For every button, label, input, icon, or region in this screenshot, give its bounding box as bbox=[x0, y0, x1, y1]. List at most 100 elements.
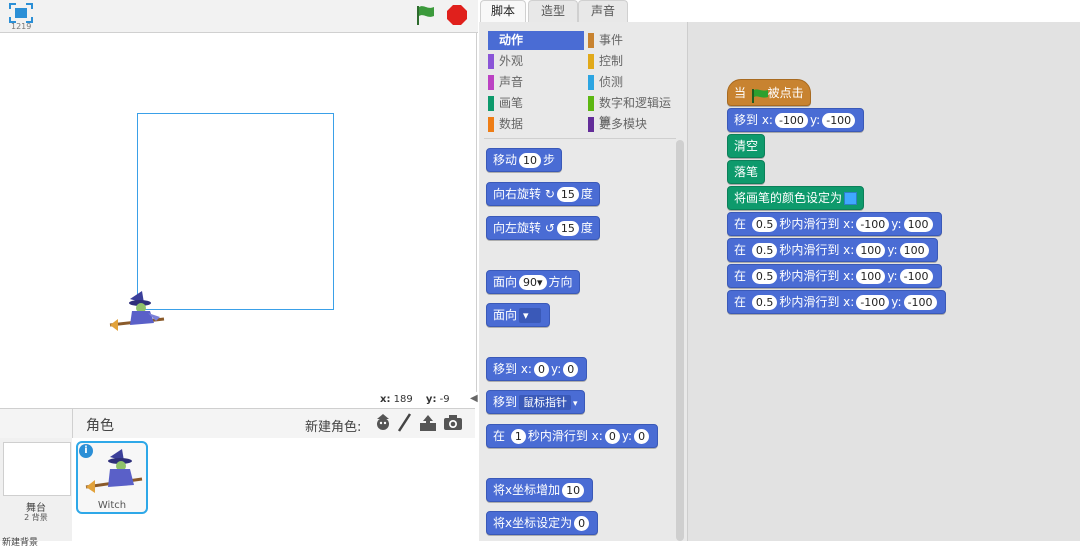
seconds-input[interactable]: 1 bbox=[510, 429, 526, 444]
block-text: 移动 bbox=[493, 153, 518, 167]
sprite-list: i Witch bbox=[72, 438, 475, 541]
category-pen[interactable]: 画笔 bbox=[488, 94, 523, 113]
x-value-input[interactable]: 0 bbox=[574, 516, 590, 531]
block-text: 度 bbox=[580, 187, 593, 201]
category-label: 数据 bbox=[499, 117, 524, 131]
y-input[interactable]: 100 bbox=[903, 217, 933, 232]
x-input[interactable]: 0 bbox=[533, 362, 549, 377]
y-value: -9 bbox=[439, 394, 450, 405]
stop-icon[interactable] bbox=[446, 4, 468, 26]
block-text: 向右旋转 bbox=[493, 187, 542, 201]
seconds-input[interactable]: 0.5 bbox=[751, 243, 778, 258]
palette-divider bbox=[484, 138, 676, 139]
target-dropdown[interactable]: ▾ bbox=[519, 308, 542, 323]
clear-block[interactable]: 清空 bbox=[727, 134, 766, 158]
block-text: 方向 bbox=[548, 275, 573, 289]
category-data[interactable]: 数据 bbox=[488, 115, 523, 134]
x-input[interactable]: -100 bbox=[856, 217, 890, 232]
category-label: 控制 bbox=[599, 54, 624, 68]
chevron-down-icon: ▾ bbox=[573, 399, 578, 409]
tab-costumes[interactable]: 造型 bbox=[528, 0, 578, 23]
x-input[interactable]: 100 bbox=[856, 269, 886, 284]
set-pen-color-block[interactable]: 将画笔的颜色设定为 bbox=[727, 186, 865, 210]
script-glide-block-2[interactable]: 在 0.5 秒内滑行到 x: 100 y: 100 bbox=[727, 238, 938, 262]
turn-right-block[interactable]: 向右旋转 ↻ 15 度 bbox=[486, 182, 600, 206]
seconds-input[interactable]: 0.5 bbox=[751, 217, 778, 232]
green-flag-icon[interactable] bbox=[414, 4, 438, 26]
degrees-input[interactable]: 15 bbox=[556, 187, 579, 202]
point-in-direction-block[interactable]: 面向 90▾ 方向 bbox=[486, 270, 580, 294]
category-more-blocks[interactable]: 更多模块 bbox=[588, 115, 647, 134]
palette-scrollbar[interactable] bbox=[676, 140, 684, 541]
category-looks[interactable]: 外观 bbox=[488, 52, 523, 71]
y-input[interactable]: -100 bbox=[903, 295, 937, 310]
block-text: 度 bbox=[580, 221, 593, 235]
point-towards-block[interactable]: 面向 ▾ bbox=[486, 303, 551, 327]
sprites-header: 角色 新建角色: bbox=[0, 408, 475, 440]
tab-sounds[interactable]: 声音 bbox=[578, 0, 628, 23]
steps-input[interactable]: 10 bbox=[519, 153, 542, 168]
move-steps-block[interactable]: 移动 10 步 bbox=[486, 148, 563, 172]
go-to-target-block[interactable]: 移到 鼠标指针 ▾ bbox=[486, 390, 585, 414]
sprite-library-icon[interactable] bbox=[373, 413, 393, 433]
category-sensing[interactable]: 侦测 bbox=[588, 73, 623, 92]
camera-icon[interactable] bbox=[443, 414, 463, 432]
x-change-input[interactable]: 10 bbox=[562, 483, 585, 498]
x-input[interactable]: -100 bbox=[774, 113, 808, 128]
glide-block[interactable]: 在 1 秒内滑行到 x: 0 y: 0 bbox=[486, 424, 659, 448]
x-input[interactable]: 0 bbox=[604, 429, 620, 444]
stage-backdrops-count: 2 背景 bbox=[24, 513, 48, 522]
y-input[interactable]: -100 bbox=[822, 113, 856, 128]
target-dropdown[interactable]: 鼠标指针 bbox=[519, 395, 572, 410]
direction-dropdown[interactable]: 90▾ bbox=[519, 275, 547, 290]
seconds-input[interactable]: 0.5 bbox=[751, 295, 778, 310]
script-glide-block-3[interactable]: 在 0.5 秒内滑行到 x: 100 y: -100 bbox=[727, 264, 942, 288]
sprite-name: Witch bbox=[97, 500, 127, 511]
y-input[interactable]: 100 bbox=[899, 243, 929, 258]
block-text: y: bbox=[891, 295, 902, 309]
x-label: x: bbox=[380, 394, 391, 405]
when-flag-clicked-block[interactable]: 当 被点击 bbox=[727, 79, 811, 106]
upload-icon[interactable] bbox=[418, 413, 438, 433]
category-sound[interactable]: 声音 bbox=[488, 73, 523, 92]
tab-scripts[interactable]: 脚本 bbox=[480, 0, 526, 23]
go-to-xy-block[interactable]: 移到 x: 0 y: 0 bbox=[486, 357, 588, 381]
block-text: 移到 bbox=[493, 395, 518, 409]
seconds-input[interactable]: 0.5 bbox=[751, 269, 778, 284]
block-text: 落笔 bbox=[734, 165, 759, 179]
block-text: y: bbox=[550, 362, 562, 376]
sprite-thumbnail-witch[interactable]: i Witch bbox=[76, 441, 148, 514]
paint-brush-icon[interactable] bbox=[396, 413, 412, 433]
y-input[interactable]: -100 bbox=[899, 269, 933, 284]
pen-color-swatch[interactable] bbox=[844, 192, 858, 205]
change-x-block[interactable]: 将x坐标增加 10 bbox=[486, 478, 594, 502]
turn-left-block[interactable]: 向左旋转 ↺ 15 度 bbox=[486, 216, 600, 240]
stage-thumbnail-column: 舞台 2 背景 新建背景 bbox=[0, 438, 73, 548]
category-events[interactable]: 事件 bbox=[588, 31, 623, 50]
script-glide-block-4[interactable]: 在 0.5 秒内滑行到 x: -100 y: -100 bbox=[727, 290, 946, 314]
block-text: 秒内滑行到 x: bbox=[527, 429, 603, 443]
x-input[interactable]: 100 bbox=[856, 243, 886, 258]
block-text: 秒内滑行到 x: bbox=[779, 295, 855, 309]
block-text: 将x坐标设定为 bbox=[493, 516, 573, 530]
script-glide-block-1[interactable]: 在 0.5 秒内滑行到 x: -100 y: 100 bbox=[727, 212, 942, 236]
degrees-input[interactable]: 15 bbox=[556, 221, 579, 236]
category-motion[interactable]: 动作 bbox=[488, 31, 584, 50]
category-control[interactable]: 控制 bbox=[588, 52, 623, 71]
set-x-block[interactable]: 将x坐标设定为 0 bbox=[486, 511, 599, 535]
block-text: 秒内滑行到 x: bbox=[779, 243, 855, 257]
pen-down-block[interactable]: 落笔 bbox=[727, 160, 766, 184]
pen-drawn-square bbox=[137, 113, 334, 310]
y-input[interactable]: 0 bbox=[634, 429, 650, 444]
new-sprite-label: 新建角色: bbox=[305, 420, 362, 435]
x-input[interactable]: -100 bbox=[856, 295, 890, 310]
category-list: 动作 外观 声音 画笔 数据 事件 控制 侦测 数字和逻辑运算 更多模块 bbox=[484, 27, 680, 137]
stage-thumbnail[interactable] bbox=[3, 442, 71, 496]
script-go-to-xy-block[interactable]: 移到 x: -100 y: -100 bbox=[727, 108, 865, 132]
category-operators[interactable]: 数字和逻辑运算 bbox=[588, 94, 680, 129]
y-input[interactable]: 0 bbox=[563, 362, 579, 377]
stage-canvas[interactable] bbox=[0, 33, 473, 388]
fullscreen-icon[interactable] bbox=[9, 3, 33, 23]
block-text: 移到 x: bbox=[493, 362, 532, 376]
witch-sprite[interactable] bbox=[108, 289, 166, 335]
